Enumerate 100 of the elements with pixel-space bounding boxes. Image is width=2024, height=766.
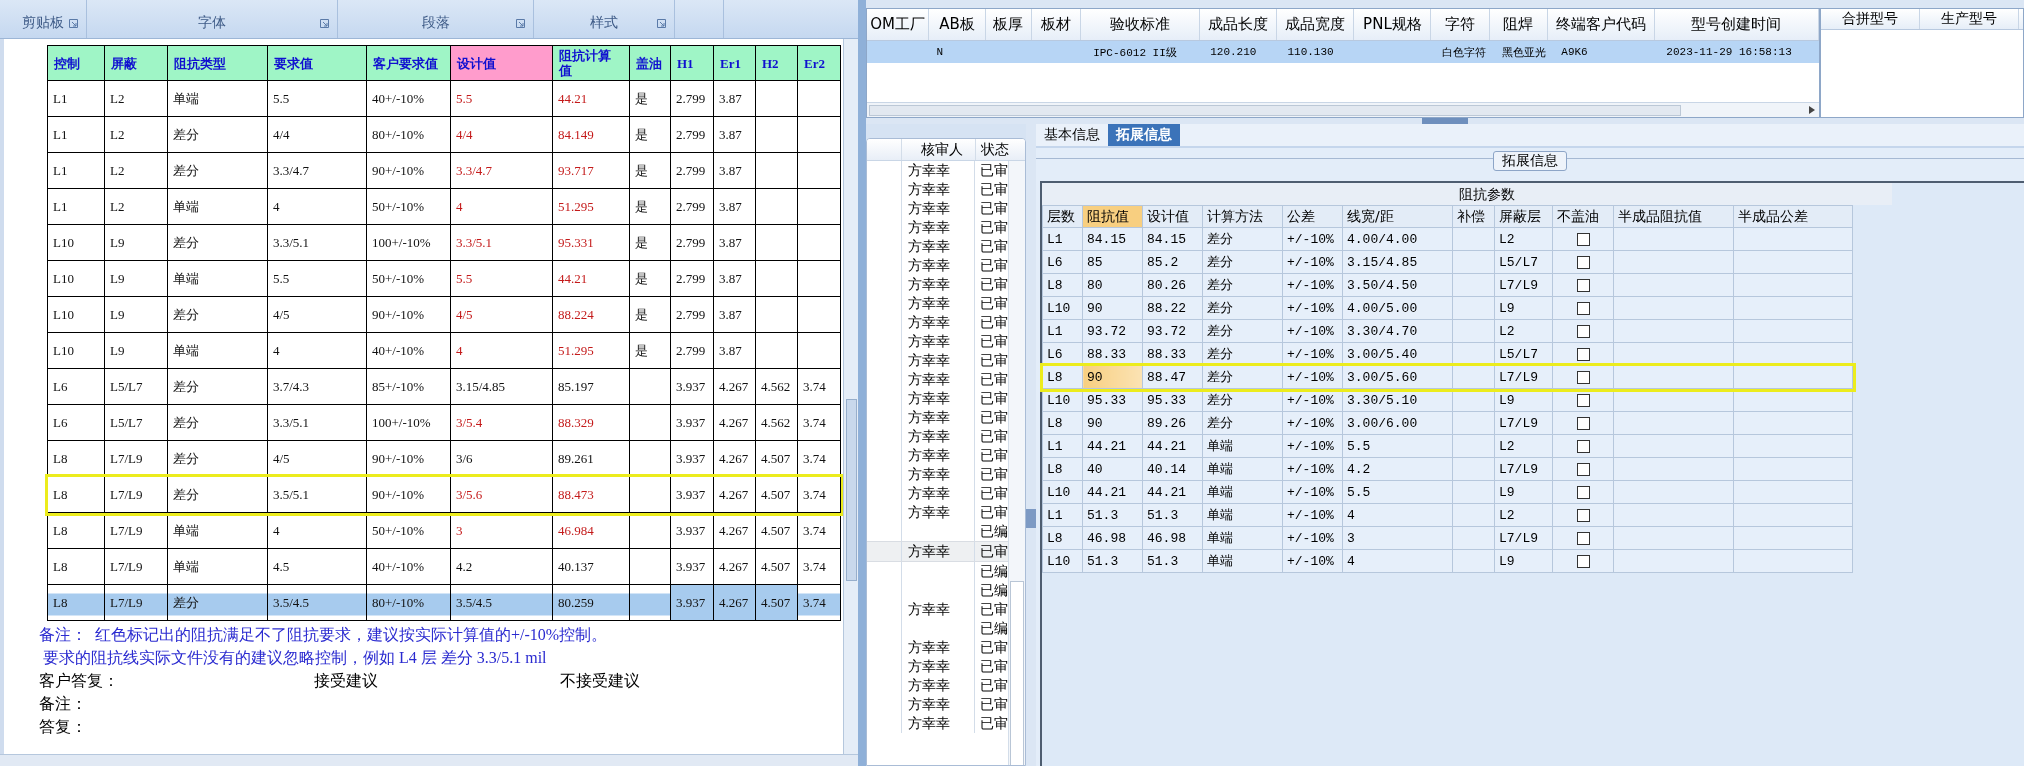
checkbox[interactable] <box>1576 347 1590 361</box>
checkbox[interactable] <box>1576 439 1590 453</box>
table-cell: 3.74 <box>797 368 841 405</box>
list-row[interactable]: 方幸幸 已审 <box>867 294 1008 313</box>
horizontal-scrollbar[interactable] <box>867 102 1819 117</box>
column-header[interactable]: 补偿 <box>1452 205 1495 228</box>
table-cell: 5.5 <box>267 260 367 297</box>
list-row[interactable]: 方幸幸 已审 <box>867 503 1008 522</box>
dialog-launcher-icon[interactable] <box>657 19 666 28</box>
list-row[interactable]: 方幸幸 已审 <box>867 427 1008 446</box>
list-row[interactable]: 已编 <box>867 619 1008 638</box>
list-row[interactable]: 方幸幸 已审 <box>867 332 1008 351</box>
list-row[interactable]: 方幸幸 已审 <box>867 676 1008 695</box>
checkbox[interactable] <box>1576 393 1590 407</box>
list-row[interactable]: 方幸幸 已审 <box>867 408 1008 427</box>
dialog-launcher-icon[interactable] <box>516 19 525 28</box>
list-row[interactable]: 方幸幸 已审 <box>867 657 1008 676</box>
column-header[interactable]: 设计值 <box>1142 205 1203 228</box>
column-header[interactable]: 字符 <box>1431 9 1490 40</box>
list-row[interactable]: 方幸幸 已审 <box>867 446 1008 465</box>
list-row[interactable]: 方幸幸 已审 <box>867 275 1008 294</box>
table-cell: L8 <box>1047 415 1063 431</box>
column-header[interactable]: 阻抗值 <box>1082 205 1143 228</box>
tab[interactable]: 拓展信息 <box>1108 124 1180 146</box>
checkbox[interactable] <box>1576 531 1590 545</box>
table-cell: L9 <box>1499 392 1515 408</box>
list-row[interactable]: 方幸幸 已审 <box>867 370 1008 389</box>
column-header[interactable]: 半成品公差 <box>1733 205 1853 228</box>
checkbox[interactable] <box>1576 301 1590 315</box>
table-cell: L2 <box>1499 438 1515 454</box>
grid-row[interactable]: N IPC-6012 II级 120.210 110.130 白色字符 黑色亚光 A9K6 2023-11-29 16:58:13 <box>867 41 1819 63</box>
list-row[interactable]: 方幸幸 已审 <box>867 256 1008 275</box>
dialog-launcher-icon[interactable] <box>69 19 78 28</box>
list-row[interactable]: 方幸幸 已审 <box>867 714 1008 733</box>
dialog-launcher-icon[interactable] <box>320 19 329 28</box>
table-cell: L7/L9 <box>1499 415 1538 431</box>
checkbox[interactable] <box>1576 232 1590 246</box>
checkbox[interactable] <box>1576 324 1590 338</box>
list-row[interactable]: 已编 <box>867 581 1008 600</box>
table-cell: 3.87 <box>713 332 756 369</box>
table-cell: 5.5 <box>267 80 367 117</box>
column-header[interactable]: 合拼型号 <box>1821 9 1920 29</box>
column-header[interactable]: 不盖油 <box>1552 205 1614 228</box>
column-header[interactable]: 终端客户代码 <box>1548 9 1655 40</box>
list-row[interactable]: 方幸幸 已审 <box>867 161 1008 180</box>
column-header[interactable]: AB板 <box>929 9 986 40</box>
list-row[interactable]: 方幸幸 已审 <box>867 199 1008 218</box>
table-cell: 89.26 <box>1147 415 1186 431</box>
column-header[interactable]: 成品宽度 <box>1277 9 1355 40</box>
list-row[interactable]: 方幸幸 已审 <box>867 600 1008 619</box>
column-header[interactable]: 公差 <box>1282 205 1343 228</box>
list-row[interactable]: 方幸幸 已审 <box>867 389 1008 408</box>
checkbox[interactable] <box>1576 370 1590 384</box>
column-header[interactable]: 阻焊 <box>1489 9 1549 40</box>
table-cell: L9 <box>1499 484 1515 500</box>
status-text: 已审 <box>980 446 1008 465</box>
column-header[interactable]: 线宽/距 <box>1342 205 1453 228</box>
column-header[interactable]: 核审人 <box>902 139 976 160</box>
list-row[interactable]: 方幸幸 已审 <box>867 484 1008 503</box>
list-row[interactable]: 方幸幸 已审 <box>867 180 1008 199</box>
tab[interactable]: 基本信息 <box>1036 124 1108 146</box>
checkbox[interactable] <box>1576 416 1590 430</box>
list-row[interactable]: 方幸幸 已审 <box>867 351 1008 370</box>
column-header[interactable]: 半成品阻抗值 <box>1613 205 1734 228</box>
table-cell: 是 <box>629 224 671 261</box>
table-cell: 差分 <box>1207 232 1233 247</box>
column-header[interactable]: 层数 <box>1042 205 1083 228</box>
grid-cell: N <box>936 46 943 58</box>
checkbox[interactable] <box>1576 462 1590 476</box>
list-row[interactable]: 方幸幸 已审 <box>867 237 1008 256</box>
column-header[interactable]: PNL规格 <box>1354 9 1432 40</box>
checkbox[interactable] <box>1576 278 1590 292</box>
list-row[interactable]: 方幸幸 已审 <box>867 465 1008 484</box>
list-row[interactable]: 已编 <box>867 562 1008 581</box>
splitter-handle[interactable] <box>1026 124 1036 766</box>
checkbox[interactable] <box>1576 508 1590 522</box>
column-header[interactable]: OM工厂 <box>867 9 930 40</box>
list-row[interactable]: 方幸幸 已审 <box>867 638 1008 657</box>
checkbox[interactable] <box>1576 485 1590 499</box>
list-row[interactable]: 方幸幸 已审 <box>867 541 1008 562</box>
column-header[interactable]: 生产型号 <box>1920 9 2019 29</box>
vertical-scrollbar[interactable] <box>843 39 858 754</box>
column-header[interactable]: 型号创建时间 <box>1654 9 1819 40</box>
reviewer-name: 方幸幸 <box>907 714 950 733</box>
column-header[interactable]: 验收标准 <box>1080 9 1201 40</box>
table-cell: L10 <box>1047 300 1071 316</box>
column-header[interactable]: 板材 <box>1032 9 1081 40</box>
vertical-scrollbar[interactable] <box>1008 161 1025 765</box>
list-row[interactable]: 方幸幸 已审 <box>867 218 1008 237</box>
list-row[interactable]: 方幸幸 已审 <box>867 313 1008 332</box>
checkbox[interactable] <box>1576 255 1590 269</box>
column-header[interactable]: 屏蔽层 <box>1494 205 1553 228</box>
column-header[interactable]: 成品长度 <box>1200 9 1278 40</box>
column-header[interactable]: 状态 <box>976 139 1009 160</box>
checkbox[interactable] <box>1576 554 1590 568</box>
table-cell: 3.937 <box>670 368 714 405</box>
horizontal-scrollbar[interactable] <box>0 754 858 766</box>
column-header[interactable]: 计算方法 <box>1202 205 1283 228</box>
list-row[interactable]: 方幸幸 已审 <box>867 695 1008 714</box>
column-header[interactable]: 板厚 <box>985 9 1033 40</box>
